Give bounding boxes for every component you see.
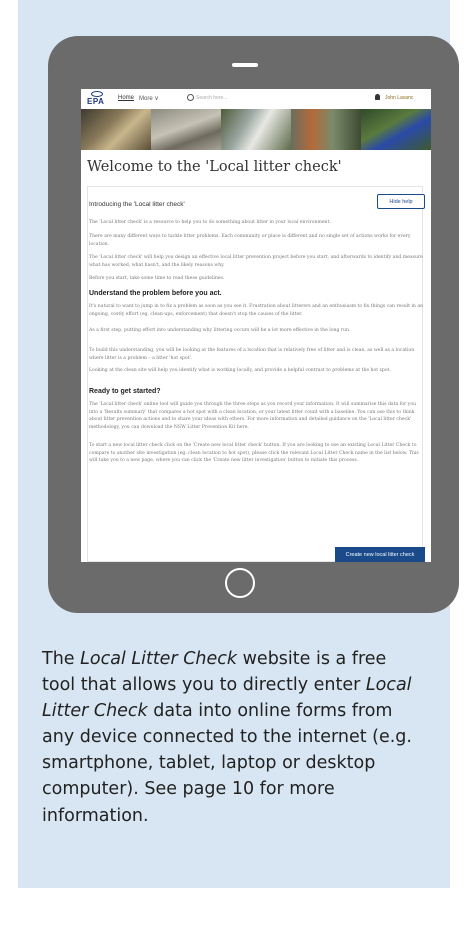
understand-paragraph: Looking at the clean site will help you … [89, 368, 391, 373]
understand-paragraph: It's natural to want to jump in to fix a… [89, 304, 424, 317]
intro-paragraph: The 'Local litter check' will help you d… [89, 255, 423, 268]
ready-heading: Ready to get started? [89, 388, 161, 395]
understand-heading: Understand the problem before you act. [89, 290, 222, 297]
understand-paragraph: As a first step, putting effort into und… [89, 328, 351, 333]
screen-content: Introducing the 'Local litter check' Hid… [81, 0, 431, 562]
intro-paragraph: Before you start, take some time to read… [89, 276, 225, 281]
caption-text: The Local Litter Check website is a free… [42, 646, 412, 829]
ready-paragraph: The 'Local litter check' online tool wil… [89, 402, 417, 430]
caption-italic: Local Litter Check [80, 649, 238, 669]
ready-paragraph: To start a new local litter check click … [89, 443, 419, 463]
create-new-check-button[interactable]: Create new local litter check [335, 547, 425, 562]
caption-part: The [42, 649, 81, 669]
intro-heading: Introducing the 'Local litter check' [89, 201, 185, 208]
intro-paragraph: There are many different ways to tackle … [89, 234, 411, 247]
hide-help-button[interactable]: Hide help [377, 194, 425, 209]
home-button-icon[interactable] [225, 568, 255, 598]
understand-paragraph: To build this understanding, you will be… [89, 348, 415, 361]
intro-paragraph: The 'Local litter check' is a resource t… [89, 220, 331, 225]
